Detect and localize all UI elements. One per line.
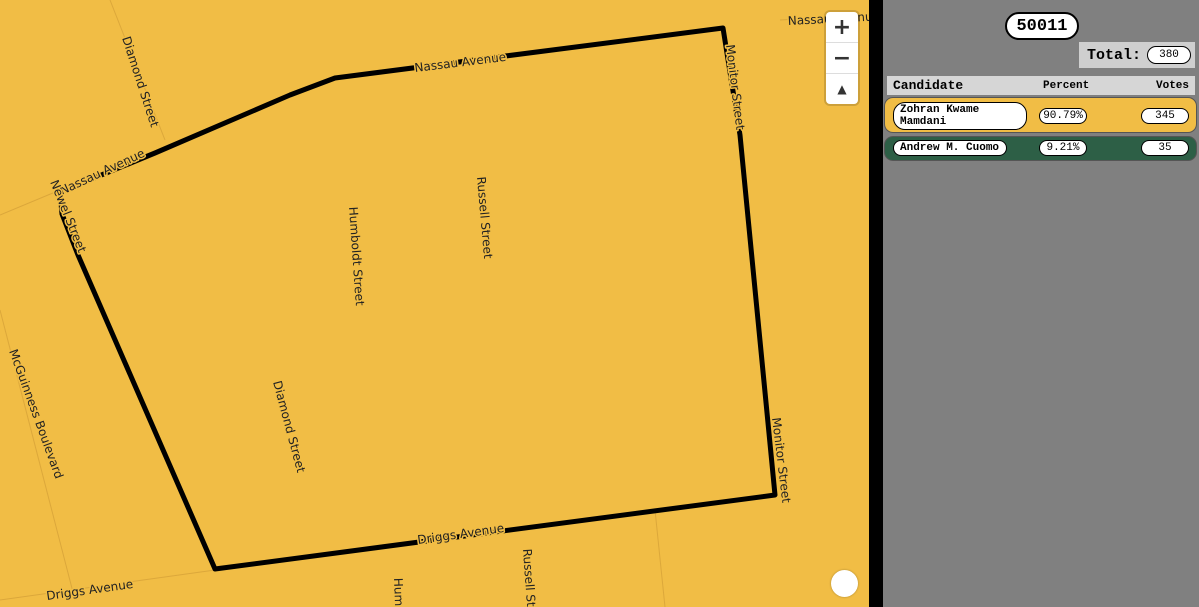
locate-button[interactable] [831,570,858,597]
street-label-monitor-top: Monitor Street [723,44,747,131]
zoom-in-button[interactable]: + [826,12,858,43]
candidate-votes: 345 [1141,108,1189,124]
candidate-votes: 35 [1141,140,1189,156]
street-label-mcguinness: McGuinness Boulevard [6,347,66,480]
candidate-percent: 9.21% [1039,140,1087,156]
district-id: 50011 [1005,12,1079,40]
candidate-name: Zohran Kwame Mamdani [893,102,1027,130]
candidate-name: Andrew M. Cuomo [893,140,1007,156]
street-label-russell: Russell Street [474,176,495,259]
street-label-nassau-left: Nassau Avenue [57,146,146,198]
column-votes: Votes [1156,79,1190,92]
compass-icon: ▲ [837,82,847,96]
panel-divider [869,0,883,607]
column-percent: Percent [1043,79,1090,92]
candidate-row[interactable]: Zohran Kwame Mamdani 90.79% 345 [884,97,1197,133]
map-canvas[interactable]: Nassau Avenue Nassau Avenue Nassau Avenu… [0,0,869,607]
street-label-driggs-center: Driggs Avenue [416,521,505,547]
reset-bearing-button[interactable]: ▲ [826,74,858,104]
results-table-header: Candidate Percent Votes [887,76,1195,95]
street-label-humboldt-bottom: Hum [391,578,406,607]
street-label-diamond-bottom: Diamond Street [270,379,308,474]
street-label-humboldt: Humboldt Street [346,206,367,306]
street-label-nassau-top: Nassau Avenue [414,50,507,75]
total-label: Total: [1087,46,1142,64]
candidate-row[interactable]: Andrew M. Cuomo 9.21% 35 [884,136,1197,161]
street-label-diamond-top: Diamond Street [119,35,162,129]
candidate-percent: 90.79% [1039,108,1087,124]
column-candidate: Candidate [893,78,964,93]
total-box: Total: 380 [1079,42,1195,68]
street-label-driggs-left: Driggs Avenue [45,577,134,603]
district-boundary [57,25,778,572]
map-view[interactable]: Nassau Avenue Nassau Avenue Nassau Avenu… [0,0,869,607]
street-label-russell-bottom: Russell St [520,548,538,607]
map-zoom-control: + − ▲ [826,12,858,104]
total-value: 380 [1147,46,1192,64]
results-panel: 50011 Total: 380 Candidate Percent Votes… [883,0,1199,607]
zoom-out-button[interactable]: − [826,43,858,74]
